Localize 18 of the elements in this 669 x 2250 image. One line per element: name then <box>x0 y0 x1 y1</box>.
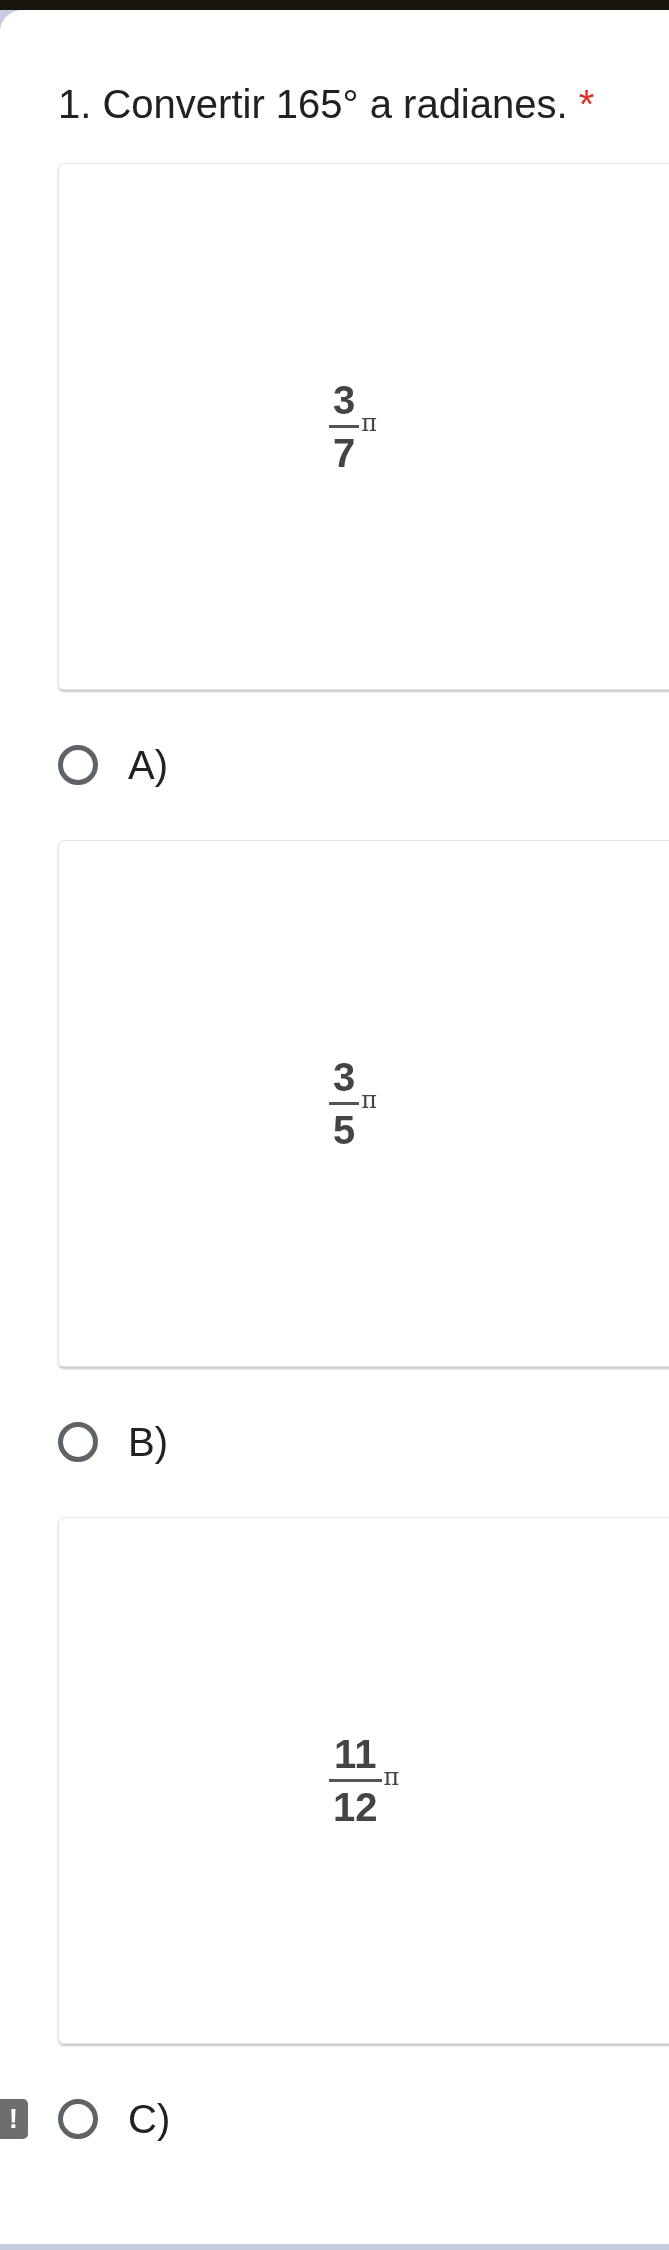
option-label[interactable]: B) <box>128 1419 168 1465</box>
fraction-numerator: 3 <box>333 1055 356 1099</box>
pi-symbol: π <box>361 1085 378 1114</box>
fraction-denominator: 12 <box>333 1785 378 1829</box>
option-label[interactable]: C) <box>128 2096 171 2142</box>
radio-button[interactable] <box>58 1422 98 1462</box>
fraction-denominator: 5 <box>333 1108 356 1152</box>
radio-button[interactable] <box>58 2099 98 2139</box>
fraction-numerator: 11 <box>334 1732 377 1776</box>
pi-symbol: π <box>361 408 378 437</box>
radio-button[interactable] <box>58 745 98 785</box>
fraction-denominator: 7 <box>333 431 356 475</box>
fraction-numerator: 3 <box>333 378 356 422</box>
question-title: 1. Convertir 165° a radianes. * <box>58 81 596 128</box>
pi-symbol: π <box>383 1762 400 1791</box>
option-label[interactable]: A) <box>128 742 168 788</box>
required-asterisk: * <box>578 82 595 126</box>
warning-badge[interactable]: ! <box>0 2099 28 2139</box>
